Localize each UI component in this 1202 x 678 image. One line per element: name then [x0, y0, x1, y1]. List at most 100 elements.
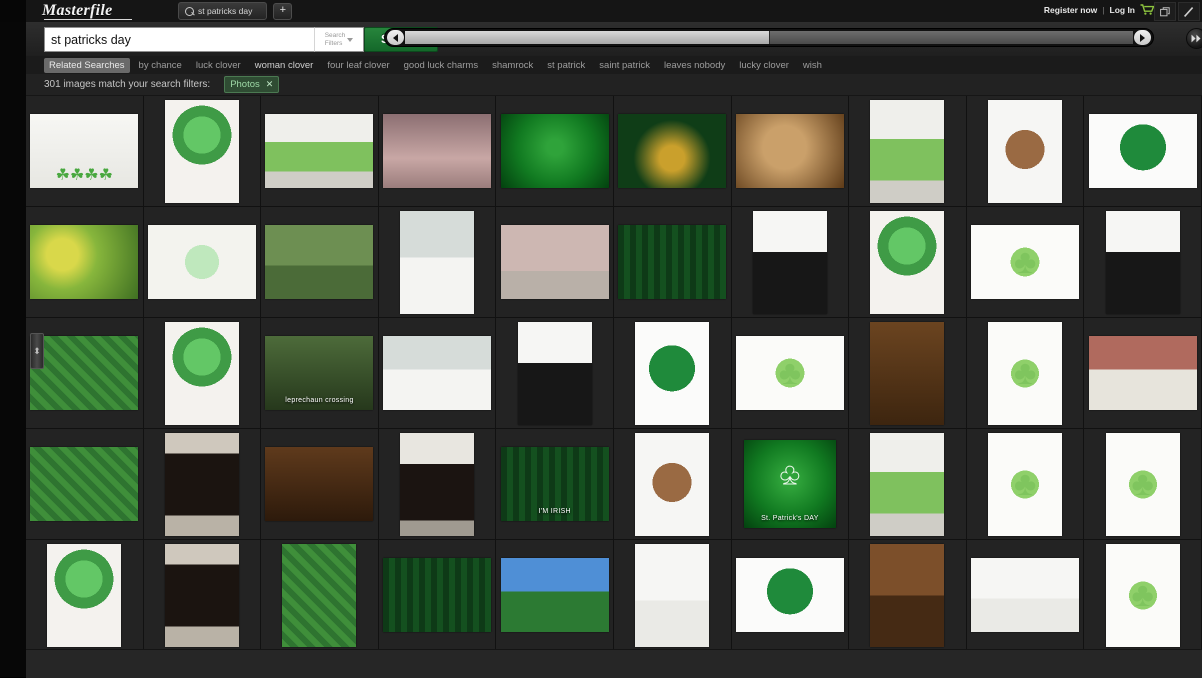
- irish-flag-on-green-wood[interactable]: [618, 225, 726, 299]
- search-results-grid[interactable]: ☘☘☘☘♣leprechaun crossing♣♣I'M IRISH♣St. …: [26, 96, 1202, 649]
- clover-in-green-hat-on-wood[interactable]: [870, 322, 944, 425]
- four-leaf-clover-on-white[interactable]: ♣: [971, 225, 1079, 299]
- result-cell[interactable]: [26, 207, 144, 318]
- thumbnail-size-slider[interactable]: [384, 28, 1154, 47]
- result-cell[interactable]: [379, 318, 497, 429]
- result-cell[interactable]: ♣: [732, 318, 850, 429]
- green-frosted-cupcake-two[interactable]: [870, 211, 944, 314]
- result-cell[interactable]: [849, 429, 967, 540]
- bodhran-irish-drum[interactable]: [736, 114, 844, 188]
- result-cell[interactable]: ♣St. Patrick's DAY: [732, 429, 850, 540]
- search-input[interactable]: [45, 28, 315, 51]
- close-icon[interactable]: ✕: [266, 79, 274, 90]
- result-cell[interactable]: [496, 207, 614, 318]
- search-input-wrapper[interactable]: [44, 27, 315, 52]
- related-term-four-leaf-clover[interactable]: four leaf clover: [327, 60, 389, 71]
- glass-of-green-beer[interactable]: [870, 100, 944, 203]
- cupcake-with-leprechaun-topper[interactable]: [47, 544, 121, 647]
- result-cell[interactable]: [732, 96, 850, 207]
- kiss-me-im-irish-wood-sign[interactable]: I'M IRISH: [501, 447, 609, 521]
- result-cell[interactable]: [1084, 318, 1202, 429]
- bulldog-with-shamrock-headband[interactable]: [988, 100, 1062, 203]
- related-term-leaves-nobody[interactable]: leaves nobody: [664, 60, 725, 71]
- result-cell[interactable]: [496, 318, 614, 429]
- row-of-green-shot-glasses[interactable]: [971, 558, 1079, 632]
- irish-donkey-cart-in-field[interactable]: [265, 225, 373, 299]
- related-term-lucky-clover[interactable]: lucky clover: [739, 60, 789, 71]
- leprechaun-crossing-sign[interactable]: leprechaun crossing: [265, 336, 373, 410]
- filter-chip-photos[interactable]: Photos ✕: [224, 76, 279, 93]
- register-now-link[interactable]: Register now: [1044, 5, 1097, 15]
- fast-forward-button[interactable]: [1186, 28, 1202, 49]
- result-cell[interactable]: [849, 318, 967, 429]
- result-cell[interactable]: ♣: [967, 429, 1085, 540]
- result-cell[interactable]: [849, 207, 967, 318]
- green-cupcakes-tray[interactable]: [383, 336, 491, 410]
- clover-meadow-soft-focus[interactable]: [30, 336, 138, 410]
- result-cell[interactable]: [614, 207, 732, 318]
- result-cell[interactable]: [26, 540, 144, 649]
- result-cell[interactable]: [261, 429, 379, 540]
- clover-leaves-texture[interactable]: [30, 447, 138, 521]
- result-cell[interactable]: [614, 96, 732, 207]
- golden-bokeh-clover-field[interactable]: [30, 225, 138, 299]
- pot-of-gold-rainbow-on-green-wood[interactable]: [618, 114, 726, 188]
- slider-right-arrow-button[interactable]: [1134, 30, 1151, 45]
- result-cell[interactable]: [614, 429, 732, 540]
- st-patricks-day-clover-burst[interactable]: ♣St. Patrick's DAY: [744, 440, 836, 528]
- result-cell[interactable]: [144, 207, 262, 318]
- cupcake-on-glass-plate[interactable]: [165, 322, 239, 425]
- woman-with-shamrock-headband[interactable]: [753, 211, 827, 314]
- related-term-good-luck-charms[interactable]: good luck charms: [404, 60, 478, 71]
- related-term-wish[interactable]: wish: [803, 60, 822, 71]
- result-cell[interactable]: [1084, 207, 1202, 318]
- result-cell[interactable]: [732, 540, 850, 649]
- result-cell[interactable]: I'M IRISH: [496, 429, 614, 540]
- result-cell[interactable]: ♣: [1084, 429, 1202, 540]
- result-cell[interactable]: [144, 96, 262, 207]
- result-cell[interactable]: [379, 429, 497, 540]
- related-term-by-chance[interactable]: by chance: [139, 60, 182, 71]
- result-cell[interactable]: [732, 207, 850, 318]
- clover-leaf-macro[interactable]: ♣: [1106, 433, 1180, 536]
- clover-leaves-on-white[interactable]: ♣: [1106, 544, 1180, 647]
- result-cell[interactable]: [849, 96, 967, 207]
- result-cell[interactable]: [379, 207, 497, 318]
- search-filters-dropdown[interactable]: Search Filters: [314, 27, 364, 52]
- leprechaun-doll-on-white[interactable]: [635, 544, 709, 647]
- result-cell[interactable]: [496, 96, 614, 207]
- result-cell[interactable]: [26, 429, 144, 540]
- four-leaf-clover-stem-white[interactable]: ♣: [988, 322, 1062, 425]
- result-cell[interactable]: [144, 318, 262, 429]
- girl-in-green-hat-and-shirt[interactable]: [635, 322, 709, 425]
- result-cell[interactable]: ♣: [967, 318, 1085, 429]
- related-term-st-patrick[interactable]: st patrick: [547, 60, 585, 71]
- slider-left-arrow-button[interactable]: [387, 30, 404, 45]
- new-tab-button[interactable]: +: [273, 3, 292, 20]
- log-in-link[interactable]: Log In: [1110, 5, 1136, 15]
- result-cell[interactable]: [849, 540, 967, 649]
- woman-portrait-with-shamrocks[interactable]: [518, 322, 592, 425]
- green-beer-tall-glass[interactable]: [165, 544, 239, 647]
- result-cell[interactable]: [967, 540, 1085, 649]
- green-beer-mug-on-table[interactable]: [265, 114, 373, 188]
- result-cell[interactable]: ♣: [1084, 540, 1202, 649]
- french-bulldog-in-green-wig[interactable]: [635, 433, 709, 536]
- result-cell[interactable]: [261, 540, 379, 649]
- green-beer-mug-closeup[interactable]: [870, 433, 944, 536]
- pencil-icon[interactable]: [1178, 2, 1200, 21]
- shamrock-cupcakes-on-mauve-cloth[interactable]: [383, 114, 491, 188]
- result-cell[interactable]: ☘☘☘☘: [26, 96, 144, 207]
- result-cell[interactable]: [496, 540, 614, 649]
- masterfile-logo[interactable]: Masterfile: [42, 2, 113, 20]
- result-cell[interactable]: ♣: [967, 207, 1085, 318]
- smiling-woman-with-clover[interactable]: [1106, 211, 1180, 314]
- result-cell[interactable]: [261, 96, 379, 207]
- result-cell[interactable]: [614, 540, 732, 649]
- result-cell[interactable]: [379, 540, 497, 649]
- clover-field-under-blue-sky[interactable]: [501, 558, 609, 632]
- shamrock-border-on-white-wood[interactable]: ☘☘☘☘: [30, 114, 138, 188]
- result-cell[interactable]: [614, 318, 732, 429]
- green-beer-pint-glass[interactable]: [165, 433, 239, 536]
- related-term-luck-clover[interactable]: luck clover: [196, 60, 241, 71]
